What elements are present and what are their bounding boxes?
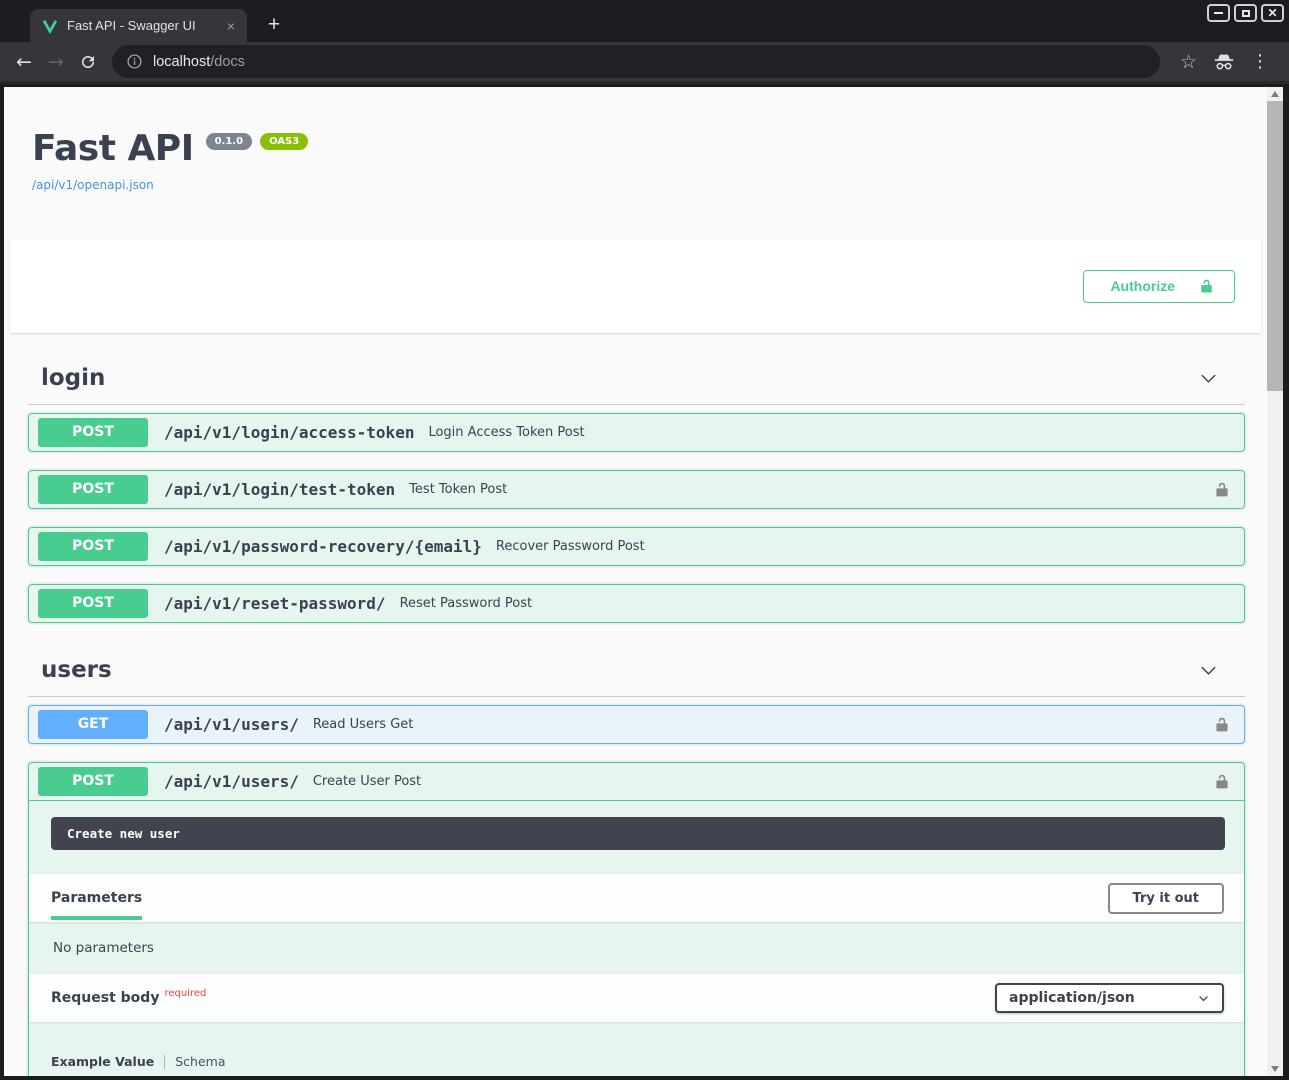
- minimize-button[interactable]: [1207, 4, 1230, 22]
- minimize-icon: [1214, 12, 1223, 14]
- openapi-spec-link[interactable]: /api/v1/openapi.json: [32, 178, 154, 192]
- page-scrollbar[interactable]: [1267, 87, 1283, 1076]
- reload-icon: [79, 53, 97, 71]
- tab-title: Fast API - Swagger UI: [67, 18, 223, 33]
- endpoint-description: Create new user: [51, 817, 1225, 850]
- endpoint-summary: Recover Password Post: [496, 539, 645, 554]
- maximize-button[interactable]: [1234, 4, 1257, 22]
- authorize-button[interactable]: Authorize: [1083, 270, 1235, 303]
- reload-button[interactable]: [72, 53, 104, 71]
- endpoint-summary: Test Token Post: [409, 482, 507, 497]
- chevron-down-icon: [1197, 992, 1210, 1005]
- tab-example-value[interactable]: Example Value: [51, 1054, 154, 1069]
- endpoint-summary: Create User Post: [313, 774, 421, 789]
- auth-lock-icon[interactable]: [1212, 714, 1232, 736]
- chevron-down-icon[interactable]: [1199, 661, 1218, 680]
- endpoint-path: /api/v1/users/: [164, 772, 299, 791]
- tab-divider: [164, 1055, 165, 1069]
- endpoint-summary: Login Access Token Post: [428, 425, 584, 440]
- url-path: /docs: [210, 54, 245, 70]
- section-title: login: [41, 361, 105, 395]
- opblock-login-access-token[interactable]: POST /api/v1/login/access-token Login Ac…: [28, 413, 1245, 452]
- method-badge: POST: [38, 589, 148, 618]
- maximize-icon: [1242, 10, 1250, 17]
- example-section: Example Value Schema {: [29, 1022, 1244, 1076]
- opblock-password-recovery[interactable]: POST /api/v1/password-recovery/{email} R…: [28, 527, 1245, 566]
- api-info: Fast API 0.1.0 OAS3 /api/v1/openapi.json: [4, 87, 1267, 193]
- url-host: localhost: [153, 54, 210, 70]
- scrollbar-up-arrow[interactable]: [1267, 87, 1283, 101]
- site-info-icon[interactable]: [126, 53, 143, 70]
- endpoint-summary: Reset Password Post: [400, 596, 533, 611]
- auth-lock-icon[interactable]: [1212, 479, 1232, 501]
- no-parameters-text: No parameters: [29, 922, 1244, 974]
- incognito-icon: [1213, 51, 1235, 73]
- opblock-login-test-token[interactable]: POST /api/v1/login/test-token Test Token…: [28, 470, 1245, 509]
- endpoint-path: /api/v1/login/access-token: [164, 423, 414, 442]
- section-header-users[interactable]: users: [28, 647, 1245, 697]
- chevron-down-icon[interactable]: [1199, 369, 1218, 388]
- authorize-label: Authorize: [1110, 278, 1175, 294]
- operations-wrapper: login POST /api/v1/login/access-token Lo…: [4, 333, 1267, 1076]
- browser-titlebar: Fast API - Swagger UI × + ✕: [0, 0, 1289, 42]
- method-badge: GET: [38, 710, 148, 739]
- browser-tab[interactable]: Fast API - Swagger UI ×: [30, 9, 247, 42]
- media-type-select[interactable]: application/json: [995, 983, 1224, 1013]
- opblock-summary-create-user[interactable]: POST /api/v1/users/ Create User Post: [29, 763, 1244, 801]
- browser-menu-icon[interactable]: ⋮: [1251, 51, 1269, 72]
- unlocked-padlock-icon: [1199, 278, 1214, 295]
- opblock-body: Create new user Parameters Try it out No…: [29, 801, 1244, 1076]
- method-badge: POST: [38, 532, 148, 561]
- try-it-out-button[interactable]: Try it out: [1108, 883, 1224, 914]
- scrollbar-down-arrow[interactable]: [1267, 1062, 1283, 1076]
- window-controls: ✕: [1207, 4, 1284, 22]
- required-label: required: [164, 988, 206, 999]
- opblock-read-users[interactable]: GET /api/v1/users/ Read Users Get: [28, 705, 1245, 744]
- bookmark-star-icon[interactable]: ☆: [1180, 51, 1197, 73]
- endpoint-path: /api/v1/users/: [164, 715, 299, 734]
- back-button[interactable]: ←: [8, 51, 40, 73]
- request-body-header: Request bodyrequired application/json: [29, 974, 1244, 1022]
- endpoint-summary: Read Users Get: [313, 717, 414, 732]
- version-badge: 0.1.0: [206, 133, 252, 150]
- parameters-header: Parameters Try it out: [29, 874, 1244, 922]
- request-body-label: Request bodyrequired: [51, 990, 206, 1006]
- endpoint-path: /api/v1/reset-password/: [164, 594, 386, 613]
- section-header-login[interactable]: login: [28, 355, 1245, 405]
- scrollbar-thumb[interactable]: [1267, 101, 1283, 391]
- section-title: users: [41, 653, 112, 687]
- media-type-value: application/json: [1009, 990, 1135, 1006]
- method-badge: POST: [38, 475, 148, 504]
- page-viewport: Fast API 0.1.0 OAS3 /api/v1/openapi.json…: [4, 87, 1283, 1076]
- oas3-badge: OAS3: [260, 133, 308, 150]
- auth-lock-icon[interactable]: [1212, 771, 1232, 793]
- favicon-icon: [42, 18, 58, 34]
- address-bar[interactable]: localhost/docs: [112, 45, 1160, 78]
- opblock-reset-password[interactable]: POST /api/v1/reset-password/ Reset Passw…: [28, 584, 1245, 623]
- endpoint-path: /api/v1/password-recovery/{email}: [164, 537, 482, 556]
- swagger-page: Fast API 0.1.0 OAS3 /api/v1/openapi.json…: [4, 87, 1267, 1076]
- scheme-container: Authorize: [10, 239, 1261, 333]
- tab-schema[interactable]: Schema: [175, 1054, 225, 1069]
- forward-button: →: [40, 51, 72, 73]
- method-badge: POST: [38, 418, 148, 447]
- new-tab-button[interactable]: +: [260, 11, 288, 39]
- page-title: Fast API: [32, 129, 194, 169]
- close-icon: ✕: [1267, 8, 1277, 18]
- method-badge: POST: [38, 767, 148, 796]
- opblock-create-user: POST /api/v1/users/ Create User Post Cre…: [28, 762, 1245, 1076]
- close-button[interactable]: ✕: [1261, 4, 1284, 22]
- browser-toolbar: ← → localhost/docs ☆ ⋮: [0, 42, 1289, 84]
- tab-close-icon[interactable]: ×: [223, 18, 239, 34]
- parameters-tab[interactable]: Parameters: [51, 890, 142, 906]
- endpoint-path: /api/v1/login/test-token: [164, 480, 395, 499]
